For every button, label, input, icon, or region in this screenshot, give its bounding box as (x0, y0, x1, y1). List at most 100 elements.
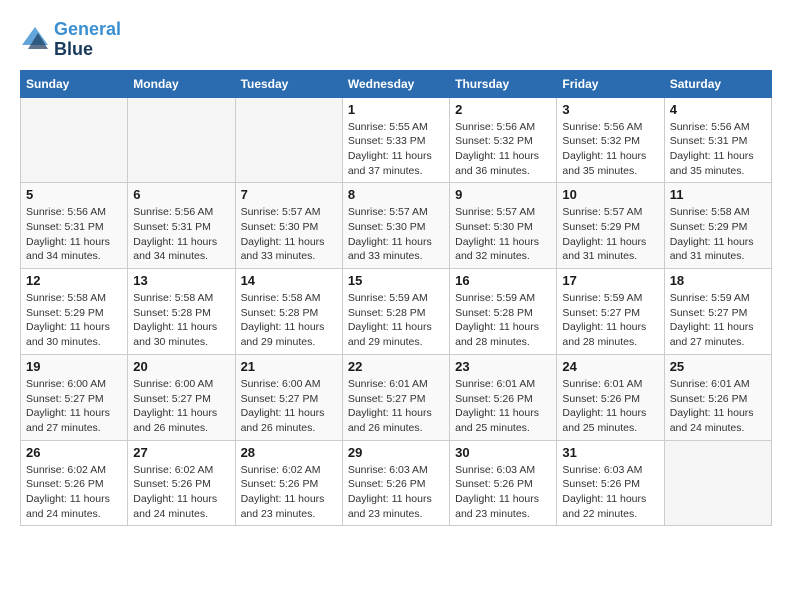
logo: General Blue (20, 20, 121, 60)
day-number: 25 (670, 359, 766, 374)
day-number: 31 (562, 445, 658, 460)
col-header-sunday: Sunday (21, 70, 128, 97)
day-info: Sunrise: 6:00 AM Sunset: 5:27 PM Dayligh… (26, 377, 122, 436)
day-number: 5 (26, 187, 122, 202)
day-info: Sunrise: 6:03 AM Sunset: 5:26 PM Dayligh… (562, 463, 658, 522)
day-info: Sunrise: 5:56 AM Sunset: 5:31 PM Dayligh… (670, 120, 766, 179)
calendar-cell: 28 Sunrise: 6:02 AM Sunset: 5:26 PM Dayli… (235, 440, 342, 526)
day-number: 10 (562, 187, 658, 202)
day-number: 1 (348, 102, 444, 117)
day-info: Sunrise: 6:02 AM Sunset: 5:26 PM Dayligh… (26, 463, 122, 522)
calendar-cell: 3 Sunrise: 5:56 AM Sunset: 5:32 PM Daylig… (557, 97, 664, 183)
calendar-cell: 31 Sunrise: 6:03 AM Sunset: 5:26 PM Dayli… (557, 440, 664, 526)
day-number: 26 (26, 445, 122, 460)
calendar-cell: 26 Sunrise: 6:02 AM Sunset: 5:26 PM Dayli… (21, 440, 128, 526)
day-number: 17 (562, 273, 658, 288)
calendar-cell: 12 Sunrise: 5:58 AM Sunset: 5:29 PM Dayli… (21, 269, 128, 355)
calendar-cell: 22 Sunrise: 6:01 AM Sunset: 5:27 PM Dayli… (342, 354, 449, 440)
day-number: 22 (348, 359, 444, 374)
calendar-cell: 18 Sunrise: 5:59 AM Sunset: 5:27 PM Dayli… (664, 269, 771, 355)
day-number: 20 (133, 359, 229, 374)
day-info: Sunrise: 6:03 AM Sunset: 5:26 PM Dayligh… (455, 463, 551, 522)
day-number: 6 (133, 187, 229, 202)
day-info: Sunrise: 6:00 AM Sunset: 5:27 PM Dayligh… (133, 377, 229, 436)
day-info: Sunrise: 5:57 AM Sunset: 5:30 PM Dayligh… (348, 205, 444, 264)
calendar-cell: 16 Sunrise: 5:59 AM Sunset: 5:28 PM Dayli… (450, 269, 557, 355)
calendar-cell: 30 Sunrise: 6:03 AM Sunset: 5:26 PM Dayli… (450, 440, 557, 526)
day-number: 30 (455, 445, 551, 460)
day-info: Sunrise: 6:01 AM Sunset: 5:26 PM Dayligh… (670, 377, 766, 436)
col-header-monday: Monday (128, 70, 235, 97)
day-number: 3 (562, 102, 658, 117)
calendar-cell (21, 97, 128, 183)
day-number: 12 (26, 273, 122, 288)
logo-text: General Blue (54, 20, 121, 60)
day-info: Sunrise: 6:02 AM Sunset: 5:26 PM Dayligh… (241, 463, 337, 522)
day-number: 14 (241, 273, 337, 288)
day-number: 13 (133, 273, 229, 288)
day-info: Sunrise: 5:58 AM Sunset: 5:29 PM Dayligh… (26, 291, 122, 350)
day-number: 18 (670, 273, 766, 288)
day-number: 4 (670, 102, 766, 117)
calendar-cell: 11Sunrise: 5:58 AM Sunset: 5:29 PM Dayli… (664, 183, 771, 269)
day-number: 21 (241, 359, 337, 374)
calendar-cell (235, 97, 342, 183)
day-number: 23 (455, 359, 551, 374)
day-number: 28 (241, 445, 337, 460)
day-info: Sunrise: 5:59 AM Sunset: 5:27 PM Dayligh… (670, 291, 766, 350)
day-number: 2 (455, 102, 551, 117)
day-info: Sunrise: 6:01 AM Sunset: 5:26 PM Dayligh… (562, 377, 658, 436)
day-number: 27 (133, 445, 229, 460)
day-number: 19 (26, 359, 122, 374)
page-header: General Blue (20, 20, 772, 60)
day-info: Sunrise: 5:55 AM Sunset: 5:33 PM Dayligh… (348, 120, 444, 179)
col-header-wednesday: Wednesday (342, 70, 449, 97)
day-info: Sunrise: 5:56 AM Sunset: 5:31 PM Dayligh… (26, 205, 122, 264)
calendar-week-5: 26 Sunrise: 6:02 AM Sunset: 5:26 PM Dayli… (21, 440, 772, 526)
calendar-cell: 21 Sunrise: 6:00 AM Sunset: 5:27 PM Dayli… (235, 354, 342, 440)
calendar-cell: 15 Sunrise: 5:59 AM Sunset: 5:28 PM Dayli… (342, 269, 449, 355)
header-row: SundayMondayTuesdayWednesdayThursdayFrid… (21, 70, 772, 97)
day-info: Sunrise: 5:59 AM Sunset: 5:27 PM Dayligh… (562, 291, 658, 350)
day-info: Sunrise: 5:59 AM Sunset: 5:28 PM Dayligh… (455, 291, 551, 350)
day-info: Sunrise: 6:03 AM Sunset: 5:26 PM Dayligh… (348, 463, 444, 522)
col-header-thursday: Thursday (450, 70, 557, 97)
calendar-cell: 27Sunrise: 6:02 AM Sunset: 5:26 PM Dayli… (128, 440, 235, 526)
calendar-cell: 29Sunrise: 6:03 AM Sunset: 5:26 PM Dayli… (342, 440, 449, 526)
day-info: Sunrise: 5:59 AM Sunset: 5:28 PM Dayligh… (348, 291, 444, 350)
day-info: Sunrise: 5:56 AM Sunset: 5:32 PM Dayligh… (455, 120, 551, 179)
day-info: Sunrise: 5:56 AM Sunset: 5:32 PM Dayligh… (562, 120, 658, 179)
calendar-cell: 25 Sunrise: 6:01 AM Sunset: 5:26 PM Dayli… (664, 354, 771, 440)
calendar-cell: 9Sunrise: 5:57 AM Sunset: 5:30 PM Daylig… (450, 183, 557, 269)
calendar-cell: 1 Sunrise: 5:55 AM Sunset: 5:33 PM Daylig… (342, 97, 449, 183)
calendar-cell: 23Sunrise: 6:01 AM Sunset: 5:26 PM Dayli… (450, 354, 557, 440)
calendar-cell: 10 Sunrise: 5:57 AM Sunset: 5:29 PM Dayli… (557, 183, 664, 269)
calendar-cell (664, 440, 771, 526)
calendar-week-2: 5 Sunrise: 5:56 AM Sunset: 5:31 PM Daylig… (21, 183, 772, 269)
day-number: 16 (455, 273, 551, 288)
day-info: Sunrise: 6:01 AM Sunset: 5:27 PM Dayligh… (348, 377, 444, 436)
day-number: 11 (670, 187, 766, 202)
col-header-tuesday: Tuesday (235, 70, 342, 97)
day-number: 24 (562, 359, 658, 374)
calendar-cell: 17 Sunrise: 5:59 AM Sunset: 5:27 PM Dayli… (557, 269, 664, 355)
day-info: Sunrise: 5:58 AM Sunset: 5:28 PM Dayligh… (241, 291, 337, 350)
day-info: Sunrise: 5:57 AM Sunset: 5:30 PM Dayligh… (241, 205, 337, 264)
calendar-week-3: 12 Sunrise: 5:58 AM Sunset: 5:29 PM Dayli… (21, 269, 772, 355)
day-info: Sunrise: 6:00 AM Sunset: 5:27 PM Dayligh… (241, 377, 337, 436)
calendar-cell: 19 Sunrise: 6:00 AM Sunset: 5:27 PM Dayli… (21, 354, 128, 440)
day-number: 15 (348, 273, 444, 288)
calendar-cell: 13Sunrise: 5:58 AM Sunset: 5:28 PM Dayli… (128, 269, 235, 355)
calendar-cell: 20 Sunrise: 6:00 AM Sunset: 5:27 PM Dayli… (128, 354, 235, 440)
col-header-saturday: Saturday (664, 70, 771, 97)
calendar-cell: 2 Sunrise: 5:56 AM Sunset: 5:32 PM Daylig… (450, 97, 557, 183)
calendar-cell: 24 Sunrise: 6:01 AM Sunset: 5:26 PM Dayli… (557, 354, 664, 440)
calendar-cell: 8 Sunrise: 5:57 AM Sunset: 5:30 PM Daylig… (342, 183, 449, 269)
logo-icon (20, 25, 50, 55)
calendar-cell: 4 Sunrise: 5:56 AM Sunset: 5:31 PM Daylig… (664, 97, 771, 183)
day-number: 9 (455, 187, 551, 202)
day-number: 8 (348, 187, 444, 202)
calendar-cell: 14 Sunrise: 5:58 AM Sunset: 5:28 PM Dayli… (235, 269, 342, 355)
calendar-week-1: 1 Sunrise: 5:55 AM Sunset: 5:33 PM Daylig… (21, 97, 772, 183)
day-info: Sunrise: 5:57 AM Sunset: 5:29 PM Dayligh… (562, 205, 658, 264)
